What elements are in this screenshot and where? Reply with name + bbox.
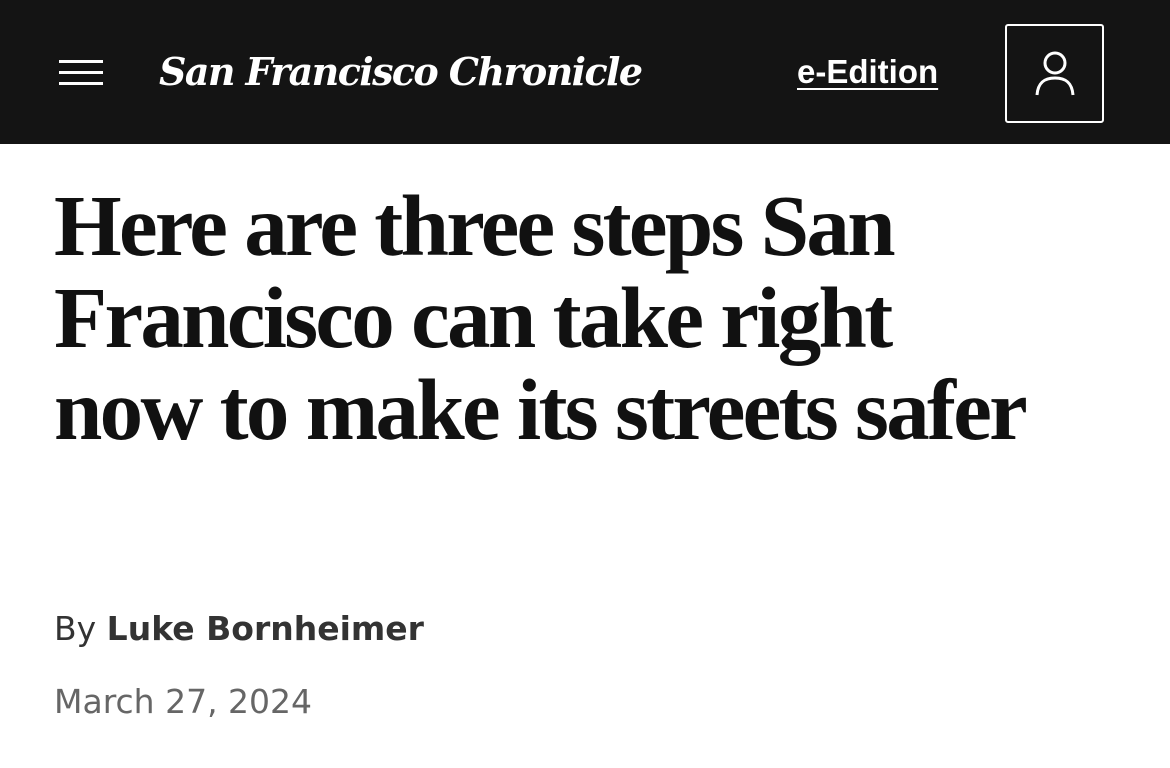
byline-prefix: By <box>54 609 97 648</box>
menu-button[interactable] <box>59 57 105 89</box>
user-icon <box>1035 51 1075 96</box>
brand-logo[interactable]: San Francisco Chronicle <box>159 44 643 100</box>
e-edition-link[interactable]: e-Edition <box>797 52 938 92</box>
byline: By Luke Bornheimer <box>54 609 424 649</box>
article-headline: Here are three steps San Francisco can t… <box>54 177 1028 458</box>
hamburger-menu-icon <box>59 60 103 85</box>
publish-date: March 27, 2024 <box>54 682 313 721</box>
site-header: San Francisco Chronicle e-Edition <box>0 0 1170 144</box>
account-button[interactable] <box>1005 24 1104 123</box>
author-name[interactable]: Luke Bornheimer <box>107 609 424 648</box>
